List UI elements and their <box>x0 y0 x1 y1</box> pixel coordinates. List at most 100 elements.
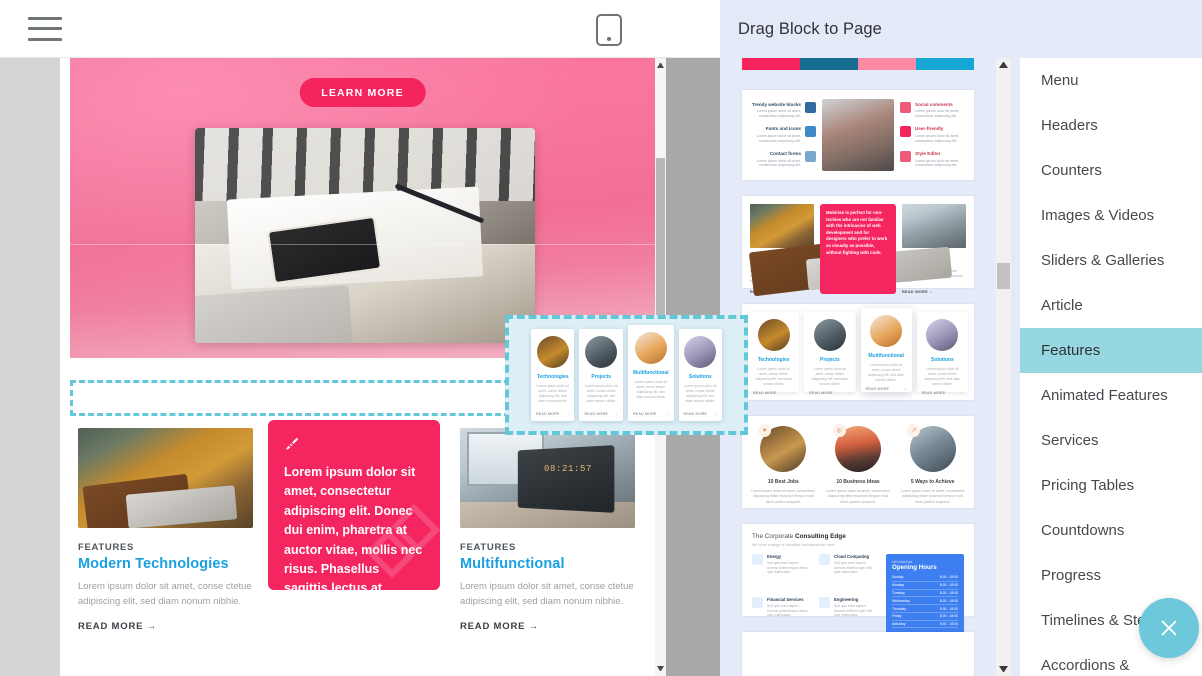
category-item-pricing-tables[interactable]: Pricing Tables <box>1020 463 1202 508</box>
category-item-features[interactable]: Features <box>1020 328 1202 373</box>
category-item-services[interactable]: Services <box>1020 418 1202 463</box>
icon-feature-desc: Lorem ipsum dolor sit amet, consectetur … <box>915 109 960 119</box>
circle-card-image <box>536 336 569 368</box>
palette-scrollbar-thumb[interactable] <box>997 263 1010 289</box>
circle-card-read-more: READ MORE <box>921 391 946 396</box>
hours-day: Monday <box>892 583 905 588</box>
circle-card-text: Lorem ipsum dolor sit amet, conse ctetue… <box>755 367 792 387</box>
arrow-icon: → <box>959 391 963 396</box>
send-icon <box>805 151 816 163</box>
block-thumb-modern-technologies[interactable]: FEATURES Modern Technologies Lorem ipsum… <box>742 196 974 294</box>
monitor-icon <box>900 126 911 138</box>
consulting-cell-desc: Sed quis enim sapien. Aenean eleifend eg… <box>834 561 872 575</box>
feature-card[interactable]: 08:21:57 FEATURES Multifunctional Lorem … <box>460 428 635 632</box>
category-item-headers[interactable]: Headers <box>1020 103 1202 148</box>
consulting-cell-title: Energy <box>767 554 782 559</box>
category-item-animated-features[interactable]: Animated Features <box>1020 373 1202 418</box>
category-item-sliders-galleries[interactable]: Sliders & Galleries <box>1020 238 1202 283</box>
hours-time: 8:00 - 18:00 <box>939 606 958 611</box>
cloud-icon <box>819 554 830 565</box>
feature-card[interactable]: FEATURES Modern Technologies Lorem ipsum… <box>78 428 253 632</box>
article-circle-card: ♥ 10 Best Jobs Lorem ipsum dolor sit ame… <box>750 424 817 505</box>
feature-card-eyebrow: FEATURES <box>460 542 517 553</box>
mini-card-image <box>750 204 814 248</box>
consulting-heading-bold: Consulting Edge <box>794 533 846 540</box>
dragged-block-ghost[interactable]: Technologies Lorem ipsum dolor sit amet,… <box>505 315 748 435</box>
circle-card-read-more: READ MORE <box>809 391 833 396</box>
hours-day: Thursday <box>892 606 907 611</box>
block-thumb-circle-features[interactable]: Technologies Lorem ipsum dolor sit amet,… <box>742 304 974 400</box>
chat-icon <box>805 126 816 138</box>
palette-icon <box>900 151 911 163</box>
circle-card-title: Projects <box>820 357 840 363</box>
consulting-cell-title: Cloud Computing <box>834 554 870 559</box>
hours-day: Tuesday <box>892 590 905 595</box>
laptop-shape <box>517 445 614 513</box>
icon-feature-desc: Lorem ipsum dolor sit amet, consectetur … <box>915 133 960 143</box>
mobile-device-icon[interactable] <box>596 14 622 46</box>
feature-card-image: 08:21:57 <box>460 428 635 528</box>
category-item-progress[interactable]: Progress <box>1020 553 1202 598</box>
feature-card-read-more[interactable]: READ MORE → <box>78 621 253 632</box>
opening-hours-row: Sunday 8:00 - 18:00 <box>892 574 958 582</box>
consulting-cell: Engineering Sed quis enim sapien. Aenean … <box>819 597 878 634</box>
circle-card-text: Lorem ipsum dolor sit amet, conse ctetue… <box>811 367 848 387</box>
stripe-swatch <box>800 58 858 70</box>
feature-card-eyebrow: FEATURES <box>78 542 135 553</box>
block-category-menu[interactable]: Menu Headers Counters Images & Videos Sl… <box>1020 58 1202 676</box>
hamburger-bar <box>28 16 62 20</box>
article-circle-card: ◎ 10 Business Ideas Lorem ipsum dolor si… <box>825 424 892 505</box>
palette-scrollbar[interactable] <box>996 58 1011 676</box>
icon-feature: User-friendly Lorem ipsum dolor sit amet… <box>900 126 966 143</box>
hours-day: Sunday <box>892 575 904 580</box>
bulb-badge-icon: ◎ <box>832 424 846 437</box>
category-item-menu[interactable]: Menu <box>1020 58 1202 103</box>
heart-badge-icon: ♥ <box>758 424 771 437</box>
pen-icon <box>286 437 299 450</box>
block-thumbnails-area[interactable]: Trendy website blocks Lorem ipsum dolor … <box>720 58 996 676</box>
block-drop-zone-indicator[interactable] <box>70 380 510 416</box>
learn-more-button[interactable]: LEARN MORE <box>299 78 426 107</box>
scroll-down-arrow-icon[interactable] <box>657 666 664 673</box>
icon-feature-desc: Lorem ipsum dolor sit amet, consectetur … <box>915 158 960 168</box>
globe-icon <box>805 101 816 113</box>
category-item-article[interactable]: Article <box>1020 283 1202 328</box>
circle-card-image <box>634 332 667 364</box>
scroll-up-arrow-icon[interactable] <box>999 62 1008 68</box>
top-toolbar <box>0 0 720 58</box>
circle-card-title: Technologies <box>757 357 790 363</box>
circle-card-image <box>813 319 846 351</box>
feature-card-read-more[interactable]: READ MORE → <box>460 621 635 632</box>
circle-card-text: Lorem ipsum dolor sit amet, conse ctetue… <box>536 384 569 404</box>
block-thumb-icon-features[interactable]: Trendy website blocks Lorem ipsum dolor … <box>742 90 974 180</box>
block-library-panel: Trendy website blocks Lorem ipsum dolor … <box>720 58 1202 676</box>
block-thumb-consulting[interactable]: The Corporate Consulting Edge We cover a… <box>742 524 974 635</box>
block-thumb-color-stripes[interactable] <box>742 58 974 70</box>
block-thumb-article-circles[interactable]: ♥ 10 Best Jobs Lorem ipsum dolor sit ame… <box>742 416 974 508</box>
circle-card-image <box>926 319 959 351</box>
feature-card-description: Lorem ipsum dolor sit amet, conse ctetue… <box>460 581 634 607</box>
icon-feature-title: Fonts and Icons <box>765 126 801 132</box>
hamburger-icon[interactable] <box>28 16 62 41</box>
icon-feature: Trendy website blocks Lorem ipsum dolor … <box>750 101 816 119</box>
category-item-counters[interactable]: Counters <box>1020 148 1202 193</box>
circle-card-read-more: READ MORE <box>536 412 560 416</box>
arrow-icon: → <box>713 412 718 416</box>
pink-highlight-card[interactable]: Lorem ipsum dolor sit amet, consectetur … <box>268 420 440 590</box>
hours-time: 8:00 - 18:00 <box>939 575 958 580</box>
circle-card-text: Lorem ipsum dolor sit amet, conse ctetue… <box>585 384 618 404</box>
close-panel-button[interactable] <box>1139 598 1199 658</box>
article-title: 10 Business Ideas <box>836 479 880 485</box>
icon-feature-title: User-friendly <box>915 126 944 132</box>
consulting-cell: Cloud Computing Sed quis enim sapien. Aen… <box>819 554 878 591</box>
category-item-countdowns[interactable]: Countdowns <box>1020 508 1202 553</box>
circle-card-text: Lorem ipsum dolor sit amet, conse ctetue… <box>924 367 961 387</box>
icon-feature-title: Style Editor <box>915 151 941 157</box>
block-thumb-next-partial[interactable] <box>742 632 974 676</box>
mini-pink-text: Mobirise is perfect for non-techies who … <box>826 210 888 255</box>
scroll-down-arrow-icon[interactable] <box>999 666 1008 672</box>
hours-time: 8:00 - 18:00 <box>939 622 958 627</box>
scroll-up-arrow-icon[interactable] <box>657 61 664 68</box>
category-item-images-videos[interactable]: Images & Videos <box>1020 193 1202 238</box>
hero-photo-blinds <box>195 128 535 202</box>
